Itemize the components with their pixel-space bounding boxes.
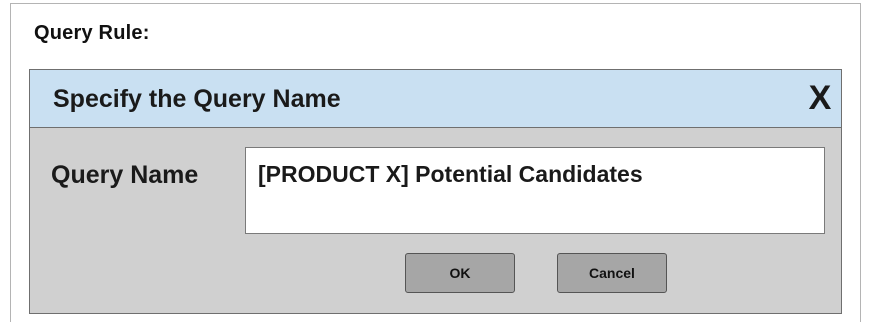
query-rule-heading: Query Rule:: [34, 22, 150, 44]
dialog-titlebar: Specify the Query Name X: [30, 70, 841, 128]
specify-query-name-dialog: Specify the Query Name X Query Name [PRO…: [29, 69, 842, 314]
cancel-button[interactable]: Cancel: [557, 253, 667, 293]
close-icon[interactable]: X: [805, 80, 835, 116]
query-name-label: Query Name: [51, 161, 199, 189]
dialog-title: Specify the Query Name: [53, 85, 341, 113]
query-rule-panel: Query Rule: Specify the Query Name X Que…: [10, 3, 861, 322]
ok-button[interactable]: OK: [405, 253, 515, 293]
query-name-input[interactable]: [PRODUCT X] Potential Candidates: [245, 147, 825, 234]
